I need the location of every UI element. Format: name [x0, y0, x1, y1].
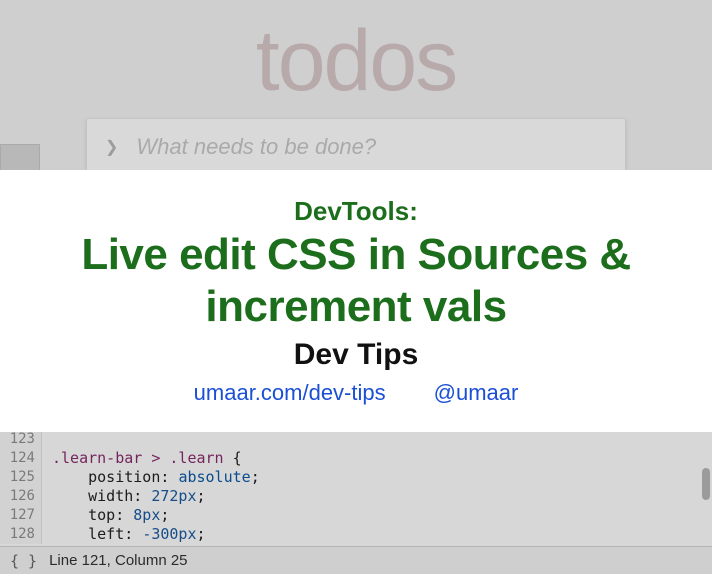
- pretty-print-icon[interactable]: { }: [10, 552, 37, 570]
- new-todo-input[interactable]: ❯ What needs to be done?: [86, 118, 626, 176]
- line-number: 123: [0, 430, 42, 449]
- line-number: 124: [0, 449, 42, 468]
- overlay-link-site[interactable]: umaar.com/dev-tips: [194, 380, 386, 406]
- title-card-overlay: DevTools: Live edit CSS in Sources & inc…: [0, 170, 712, 432]
- code-line: 123: [0, 430, 712, 449]
- scrollbar-thumb[interactable]: [702, 468, 710, 500]
- new-todo-placeholder: What needs to be done?: [136, 134, 376, 160]
- learn-sidebar-tab[interactable]: [0, 144, 40, 172]
- code-line: 125 position: absolute;: [0, 468, 712, 487]
- line-number: 126: [0, 487, 42, 506]
- code-line: 127 top: 8px;: [0, 506, 712, 525]
- overlay-link-handle[interactable]: @umaar: [434, 380, 519, 406]
- code-line: 126 width: 272px;: [0, 487, 712, 506]
- editor-status-bar: { } Line 121, Column 25: [0, 546, 712, 574]
- cursor-position: Line 121, Column 25: [49, 552, 187, 569]
- code-line: 124 .learn-bar > .learn {: [0, 449, 712, 468]
- overlay-subtitle: Dev Tips: [294, 338, 419, 372]
- line-number: 125: [0, 468, 42, 487]
- overlay-title: Live edit CSS in Sources & increment val…: [56, 229, 656, 333]
- overlay-links: umaar.com/dev-tips @umaar: [194, 380, 519, 406]
- line-number: 127: [0, 506, 42, 525]
- code-line: 128 left: -300px;: [0, 525, 712, 544]
- sources-editor[interactable]: 123 124 .learn-bar > .learn { 125 positi…: [0, 430, 712, 574]
- line-number: 128: [0, 525, 42, 544]
- chevron-down-icon[interactable]: ❯: [105, 137, 118, 157]
- todos-logo: todos: [256, 18, 456, 104]
- overlay-kicker: DevTools:: [294, 196, 418, 227]
